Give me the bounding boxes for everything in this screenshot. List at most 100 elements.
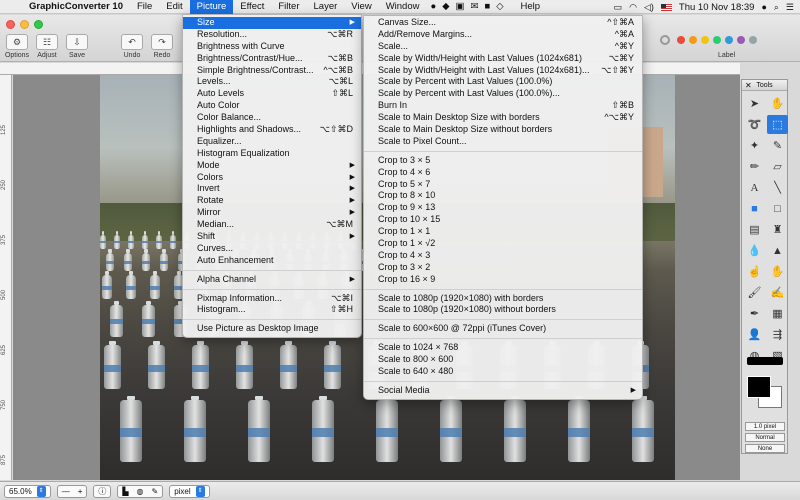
clone-stamp-tool-icon[interactable]: ♜ [767,220,788,239]
clock[interactable]: Thu 10 Nov 18:39 [679,2,755,13]
text-tool-icon[interactable]: A [744,178,765,197]
menu-layer[interactable]: Layer [307,0,345,14]
picture-menu-item-equalizer[interactable]: Equalizer... [183,136,361,148]
label-color-swatch[interactable] [713,36,721,44]
size-menu-item-crop-to-9-13[interactable]: Crop to 9 × 13 [364,202,642,214]
size-menu-item-crop-to-4-3[interactable]: Crop to 4 × 3 [364,250,642,262]
airbrush-tool-icon[interactable]: ✒ [744,304,765,323]
label-color-swatch[interactable] [701,36,709,44]
size-menu-item-crop-to-3-2[interactable]: Crop to 3 × 2 [364,262,642,274]
wrench-icon[interactable]: ✎ [152,487,159,496]
line-tool-icon[interactable]: ╲ [767,178,788,197]
size-menu-item-scale-to-pixel-count[interactable]: Scale to Pixel Count... [364,136,642,148]
label-none-icon[interactable] [660,35,670,45]
picture-menu-item-brightness-contrast-hue[interactable]: Brightness/Contrast/Hue... ⌥⌘B [183,53,361,65]
picture-menu-item-histogram-equalization[interactable]: Histogram Equalization [183,148,361,160]
wifi-icon[interactable]: ◠ [629,2,637,13]
picture-menu-item-histogram[interactable]: Histogram... ⇧⌘H [183,304,361,316]
size-menu-item-canvas-size[interactable]: Canvas Size... ^⇧⌘A [364,17,642,29]
size-menu-item-scale[interactable]: Scale... ^⌘Y [364,41,642,53]
flag-us-icon[interactable] [660,3,672,11]
label-color-swatch[interactable] [689,36,697,44]
silhouette-tool-icon[interactable]: 👤 [744,325,765,344]
size-menu-item-crop-to-1-2[interactable]: Crop to 1 × √2 [364,238,642,250]
picture-menu-item-shift[interactable]: Shift ▶ [183,231,361,243]
size-menu-item-scale-by-percent-with-last-values-100-0[interactable]: Scale by Percent with Last Values (100.0… [364,88,642,100]
picture-menu-item-color-balance[interactable]: Color Balance... [183,112,361,124]
zoom-out-button[interactable]: — [62,487,70,496]
size-menu-item-scale-to-800-600[interactable]: Scale to 800 × 600 [364,354,642,366]
smudge-tool-icon[interactable]: ☝ [744,262,765,281]
save-button[interactable]: ⇩ [66,34,88,50]
menu-picture[interactable]: Picture [189,0,234,14]
label-color-swatch[interactable] [749,36,757,44]
notification-center-icon[interactable]: ☰ [786,2,794,13]
size-menu-item-crop-to-5-7[interactable]: Crop to 5 × 7 [364,179,642,191]
picture-menu-item-auto-levels[interactable]: Auto Levels ⇧⌘L [183,88,361,100]
size-menu-item-scale-to-main-desktop-size-without-borders[interactable]: Scale to Main Desktop Size without borde… [364,124,642,136]
label-color-swatch[interactable] [737,36,745,44]
picture-menu-item-size[interactable]: Size ▶ [183,17,361,29]
size-menu-item-scale-by-width-height-with-last-values-1024x681[interactable]: Scale by Width/Height with Last Values (… [364,53,642,65]
picture-menu-item-auto-enhancement[interactable]: Auto Enhancement [183,255,361,267]
minimize-window-button[interactable] [20,20,29,29]
unit-select[interactable]: pixel ⇕ [169,484,210,498]
close-panel-icon[interactable]: ✕ [745,80,752,91]
gradient-tool-icon[interactable]: ▦ [767,304,788,323]
volume-icon[interactable]: ◁) [644,2,654,13]
pencil-tool-icon[interactable]: ✏ [744,157,765,176]
picture-menu-item-levels[interactable]: Levels... ⌥⌘L [183,76,361,88]
brush-preview[interactable] [747,357,783,365]
magic-wand-tool-icon[interactable]: ✦ [744,136,765,155]
brush-tool-icon[interactable]: 🖌 [744,283,765,302]
size-menu-item-crop-to-3-5[interactable]: Crop to 3 × 5 [364,155,642,167]
size-menu-item-scale-to-1080p-1920-1080-with-borders[interactable]: Scale to 1080p (1920×1080) with borders [364,293,642,305]
picture-menu-item-rotate[interactable]: Rotate ▶ [183,195,361,207]
burn-tool-icon[interactable]: ✋ [767,262,788,281]
zoom-select[interactable]: 65.0% ⇕ [4,484,51,498]
picture-menu-item-median[interactable]: Median... ⌥⌘M [183,219,361,231]
picture-menu-item-invert[interactable]: Invert ▶ [183,183,361,195]
spray-tool-icon[interactable]: ⇶ [767,325,788,344]
picture-menu-item-highlights-and-shadows[interactable]: Highlights and Shadows... ⌥⇧⌘D [183,124,361,136]
size-menu-item-add-remove-margins[interactable]: Add/Remove Margins... ^⌘A [364,29,642,41]
menu-window[interactable]: Window [379,0,427,14]
menu-filter[interactable]: Filter [271,0,306,14]
brush-size-field[interactable]: 1.0 pixel [745,422,785,431]
picture-menu-item-mode[interactable]: Mode ▶ [183,160,361,172]
options-button[interactable]: ⚙ [6,34,28,50]
hand-tool-icon[interactable]: ✋ [767,94,788,113]
spotlight-icon[interactable]: ⌕ [774,2,779,13]
user-icon[interactable]: ● [761,2,766,12]
size-menu-item-scale-to-1080p-1920-1080-without-borders[interactable]: Scale to 1080p (1920×1080) without borde… [364,304,642,316]
size-menu-item-social-media[interactable]: Social Media ▶ [364,385,642,397]
menu-view[interactable]: View [344,0,378,14]
size-menu-item-scale-by-width-height-with-last-values-1024x681[interactable]: Scale by Width/Height with Last Values (… [364,65,642,77]
picture-menu-item-curves[interactable]: Curves... [183,243,361,255]
screen-mirroring-icon[interactable]: ▭ [614,2,623,13]
picture-menu-item-colors[interactable]: Colors ▶ [183,172,361,184]
foreground-color-swatch[interactable] [747,376,771,398]
menu-edit[interactable]: Edit [159,0,189,14]
rectangle-filled-tool-icon[interactable]: ■ [744,199,765,218]
redo-button[interactable]: ↷ [151,34,173,50]
menu-effect[interactable]: Effect [233,0,271,14]
size-menu-item-crop-to-1-1[interactable]: Crop to 1 × 1 [364,226,642,238]
size-menu-item-scale-by-percent-with-last-values-100-0[interactable]: Scale by Percent with Last Values (100.0… [364,76,642,88]
sharpen-tool-icon[interactable]: ▲ [767,241,788,260]
size-menu-item-crop-to-8-10[interactable]: Crop to 8 × 10 [364,190,642,202]
lasso-tool-icon[interactable]: ➰ [744,115,765,134]
selection-rectangle-tool-icon[interactable]: ⬚ [767,115,788,134]
eraser-tool-icon[interactable]: ▱ [767,157,788,176]
picture-menu-item-use-picture-as-desktop-image[interactable]: Use Picture as Desktop Image [183,323,361,335]
eyedropper-tool-icon[interactable]: ✎ [767,136,788,155]
picture-menu-item-alpha-channel[interactable]: Alpha Channel ▶ [183,274,361,286]
size-menu-item-scale-to-600-600-72ppi-itunes-cover[interactable]: Scale to 600×600 @ 72ppi (iTunes Cover) [364,323,642,335]
size-menu-item-scale-to-main-desktop-size-with-borders[interactable]: Scale to Main Desktop Size with borders ^… [364,112,642,124]
zoom-in-button[interactable]: + [78,487,83,496]
menu-file[interactable]: File [130,0,159,14]
label-color-swatch[interactable] [677,36,685,44]
crop-icon[interactable]: ▙ [122,487,128,496]
label-color-swatch[interactable] [725,36,733,44]
info-button[interactable]: ⓘ [93,484,112,498]
